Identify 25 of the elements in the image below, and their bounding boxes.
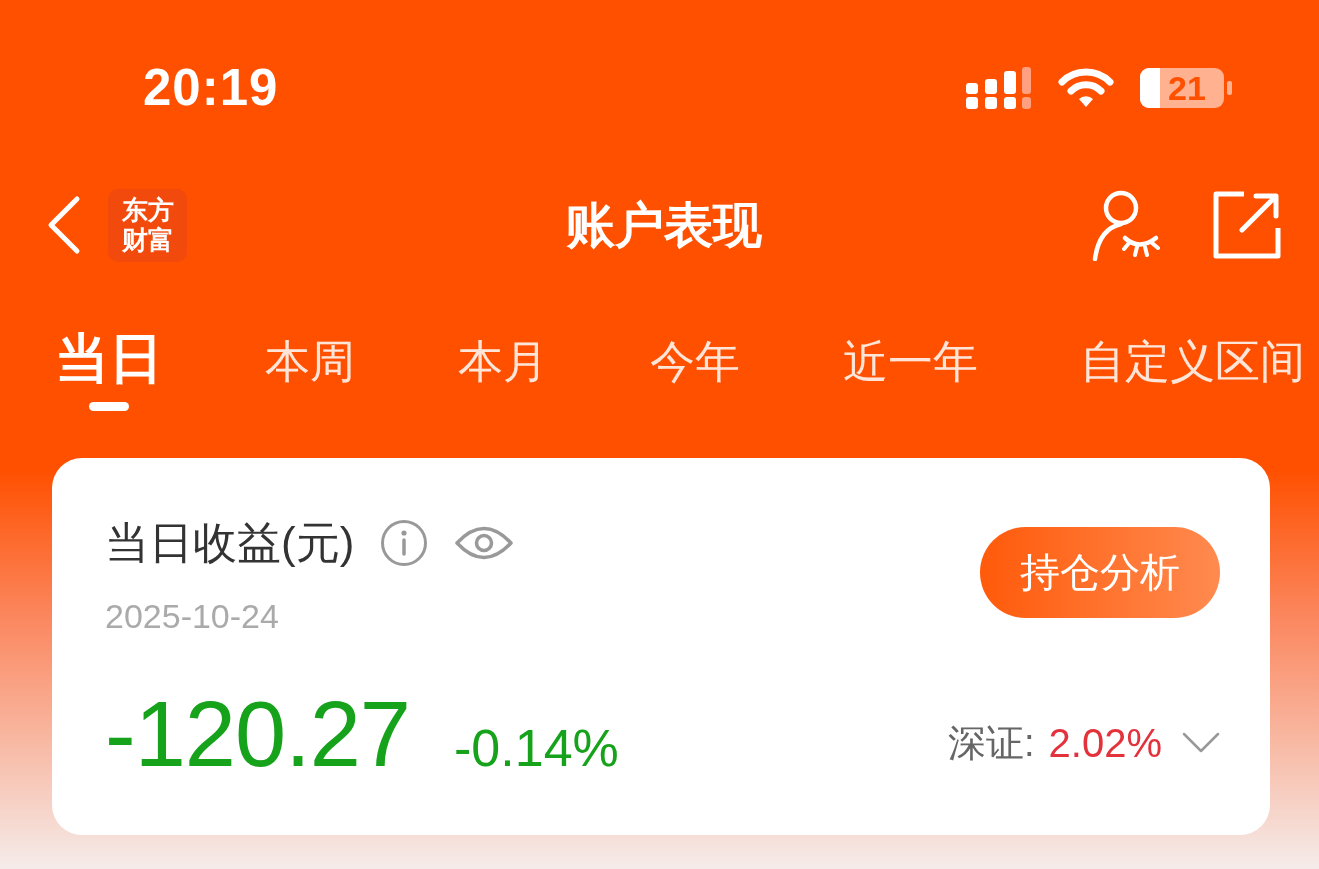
period-tab[interactable]: 当日 bbox=[55, 328, 163, 411]
profit-rate: -0.14% bbox=[454, 718, 619, 778]
clock-time: 20:19 bbox=[143, 60, 279, 116]
date-text: 2025-10-24 bbox=[105, 596, 279, 636]
share-icon[interactable] bbox=[1212, 190, 1282, 260]
period-tab[interactable]: 自定义区间 bbox=[1079, 332, 1305, 392]
info-icon[interactable] bbox=[380, 519, 429, 567]
period-tab[interactable]: 本月 bbox=[457, 332, 548, 392]
battery-percent: 21 bbox=[1168, 69, 1206, 107]
holdings-analysis-button[interactable]: 持仓分析 bbox=[980, 527, 1220, 618]
battery-icon bbox=[1140, 68, 1232, 108]
card-title: 当日收益(元) bbox=[105, 517, 355, 569]
page-title: 账户表现 bbox=[565, 197, 762, 254]
period-tab[interactable]: 近一年 bbox=[842, 332, 978, 392]
period-tab[interactable]: 今年 bbox=[650, 332, 741, 392]
wifi-icon bbox=[1058, 68, 1114, 108]
user-closed-eye-icon[interactable] bbox=[1090, 189, 1162, 261]
signal-icon bbox=[966, 67, 1032, 109]
profit-amount: -120.27 bbox=[105, 684, 411, 784]
chevron-down-icon[interactable] bbox=[1182, 732, 1220, 754]
logo-text: 财富 bbox=[121, 225, 174, 255]
logo-text: 东方 bbox=[121, 195, 174, 225]
benchmark-label: 深证: bbox=[948, 721, 1035, 766]
benchmark-value: 2.02% bbox=[1048, 720, 1162, 766]
period-tab[interactable]: 本周 bbox=[265, 332, 356, 392]
